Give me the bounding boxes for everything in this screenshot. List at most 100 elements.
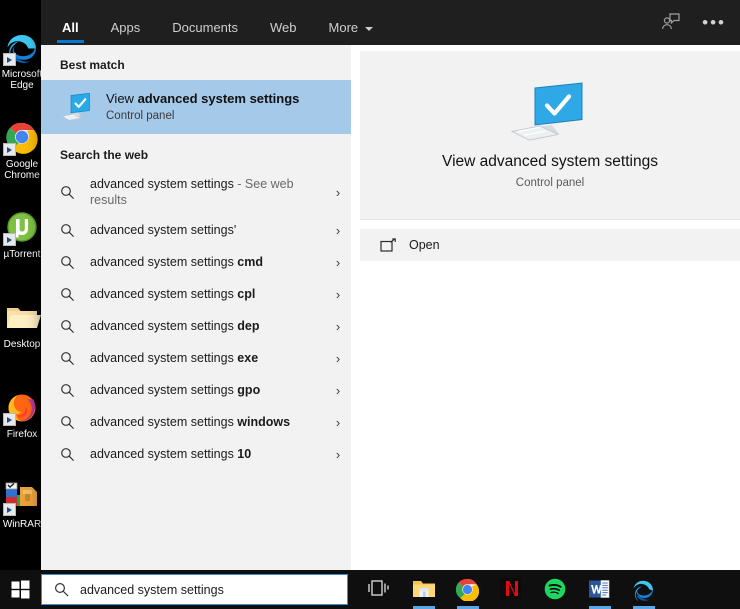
desktop-icon-google-chrome[interactable]: Google Chrome [0, 118, 44, 196]
desktop-icon-label: Google Chrome [4, 159, 40, 181]
chevron-right-icon[interactable]: › [330, 319, 346, 334]
utorrent-icon [3, 208, 41, 246]
search-magnifier-icon [60, 351, 84, 366]
web-suggestion-label: advanced system settings dep [90, 319, 260, 333]
taskbar-spotify-button[interactable] [534, 570, 578, 609]
tab-web[interactable]: Web [267, 21, 300, 45]
google-chrome-icon [3, 118, 41, 156]
tab-label: More [328, 20, 359, 35]
web-suggestion-label: advanced system settings windows [90, 415, 291, 429]
chevron-right-icon[interactable]: › [330, 351, 346, 366]
start-button[interactable] [0, 570, 41, 609]
preview-title: View advanced system settings [442, 153, 658, 170]
search-magnifier-icon [60, 287, 84, 302]
desktop-icon-utorrent[interactable]: µTorrent [0, 208, 44, 286]
open-in-new-window-icon [380, 237, 397, 253]
best-match-heading: Best match [60, 58, 125, 72]
search-the-web-heading: Search the web [60, 148, 149, 162]
tab-label: All [62, 20, 79, 35]
search-magnifier-icon [60, 319, 84, 334]
web-suggestion-label: advanced system settings gpo [90, 383, 261, 397]
web-suggestion-item[interactable]: advanced system settings dep › [41, 310, 360, 342]
shortcut-badge-icon [3, 143, 16, 156]
best-match-result-item[interactable]: View advanced system settings Control pa… [41, 80, 360, 134]
web-suggestion-label: advanced system settings 10 [90, 447, 252, 461]
shortcut-badge-icon [3, 233, 16, 246]
web-suggestion-list: advanced system settings - See web resul… [41, 170, 360, 470]
chevron-right-icon[interactable]: › [330, 255, 346, 270]
file-explorer-icon [412, 578, 436, 602]
shortcut-badge-icon [3, 53, 16, 66]
search-magnifier-icon [60, 447, 84, 462]
best-match-title: View advanced system settings [106, 90, 300, 106]
firefox-icon [3, 388, 41, 426]
search-panel-body: Best match View advanced system settings… [41, 45, 740, 570]
header-actions: ••• [661, 13, 726, 45]
taskbar-microsoft-edge-button[interactable] [622, 570, 666, 609]
chevron-right-icon[interactable]: › [330, 447, 346, 462]
desktop-icon-label: Microsoft Edge [1, 69, 43, 91]
search-magnifier-icon [54, 582, 69, 597]
taskbar: advanced system settings [0, 570, 740, 609]
chevron-right-icon[interactable]: › [330, 223, 346, 238]
tab-more[interactable]: More [326, 21, 377, 45]
open-label: Open [409, 238, 440, 252]
desktop-icon-label: WinRAR [2, 519, 42, 530]
taskbar-file-explorer-button[interactable] [402, 570, 446, 609]
tab-apps[interactable]: Apps [108, 21, 144, 45]
web-suggestion-label: advanced system settings' [90, 223, 237, 237]
web-suggestion-item[interactable]: advanced system settings cmd › [41, 246, 360, 278]
search-tabs: All Apps Documents Web More [57, 0, 661, 45]
taskbar-search-box[interactable]: advanced system settings [41, 574, 348, 605]
web-suggestion-label: advanced system settings - See web resul… [90, 177, 294, 207]
web-suggestion-label: advanced system settings exe [90, 351, 259, 365]
desktop-icon-firefox[interactable]: Firefox [0, 388, 44, 466]
google-chrome-icon [455, 578, 480, 602]
winrar-icon [3, 478, 41, 516]
web-suggestion-item[interactable]: advanced system settings windows › [41, 406, 360, 438]
best-match-text: View advanced system settings Control pa… [106, 91, 299, 124]
chevron-down-icon [365, 27, 374, 31]
tab-documents[interactable]: Documents [169, 21, 241, 45]
chevron-right-icon[interactable]: › [330, 415, 346, 430]
shortcut-badge-icon [3, 503, 16, 516]
preview-column: View advanced system settings Control pa… [360, 45, 740, 570]
web-suggestion-label: advanced system settings cpl [90, 287, 256, 301]
chevron-right-icon[interactable]: › [330, 383, 346, 398]
desktop-icon-microsoft-edge[interactable]: Microsoft Edge [0, 28, 44, 106]
web-suggestion-label: advanced system settings cmd [90, 255, 263, 269]
desktop-icon-desktop-folder[interactable]: Desktop [0, 298, 44, 376]
web-suggestion-item[interactable]: advanced system settings - See web resul… [41, 170, 360, 214]
search-magnifier-icon [60, 185, 84, 200]
web-suggestion-item[interactable]: advanced system settings 10 › [41, 438, 360, 470]
desktop-icon-label: Firefox [6, 429, 38, 440]
desktop-icon-list: Microsoft Edge Google Chrome µTorrent De… [0, 28, 44, 568]
taskbar-task-view-button[interactable] [358, 570, 402, 609]
tab-all[interactable]: All [57, 20, 84, 45]
spotify-icon [544, 578, 568, 602]
web-suggestion-item[interactable]: advanced system settings exe › [41, 342, 360, 374]
web-suggestion-item[interactable]: advanced system settings' › [41, 214, 360, 246]
more-options-icon[interactable]: ••• [702, 14, 726, 31]
taskbar-search-input[interactable]: advanced system settings [80, 583, 224, 597]
preview-subtitle: Control panel [515, 177, 585, 189]
desktop-icon-winrar[interactable]: WinRAR [0, 478, 44, 556]
search-header: All Apps Documents Web More ••• [41, 0, 740, 45]
taskbar-microsoft-word-button[interactable] [578, 570, 622, 609]
tab-label: Web [270, 20, 297, 35]
taskbar-netflix-button[interactable] [490, 570, 534, 609]
chevron-right-icon[interactable]: › [330, 185, 346, 200]
web-suggestion-item[interactable]: advanced system settings cpl › [41, 278, 360, 310]
system-settings-monitor-icon [507, 81, 593, 141]
taskbar-app-list [358, 570, 666, 609]
system-settings-monitor-icon [60, 92, 94, 122]
chevron-right-icon[interactable]: › [330, 287, 346, 302]
taskbar-google-chrome-button[interactable] [446, 570, 490, 609]
web-suggestion-item[interactable]: advanced system settings gpo › [41, 374, 360, 406]
search-magnifier-icon [60, 415, 84, 430]
preview-card: View advanced system settings Control pa… [360, 51, 740, 220]
feedback-person-icon[interactable] [661, 13, 680, 35]
open-action-button[interactable]: Open [360, 229, 740, 261]
best-match-subtitle: Control panel [106, 109, 175, 122]
folder-icon [3, 298, 41, 336]
